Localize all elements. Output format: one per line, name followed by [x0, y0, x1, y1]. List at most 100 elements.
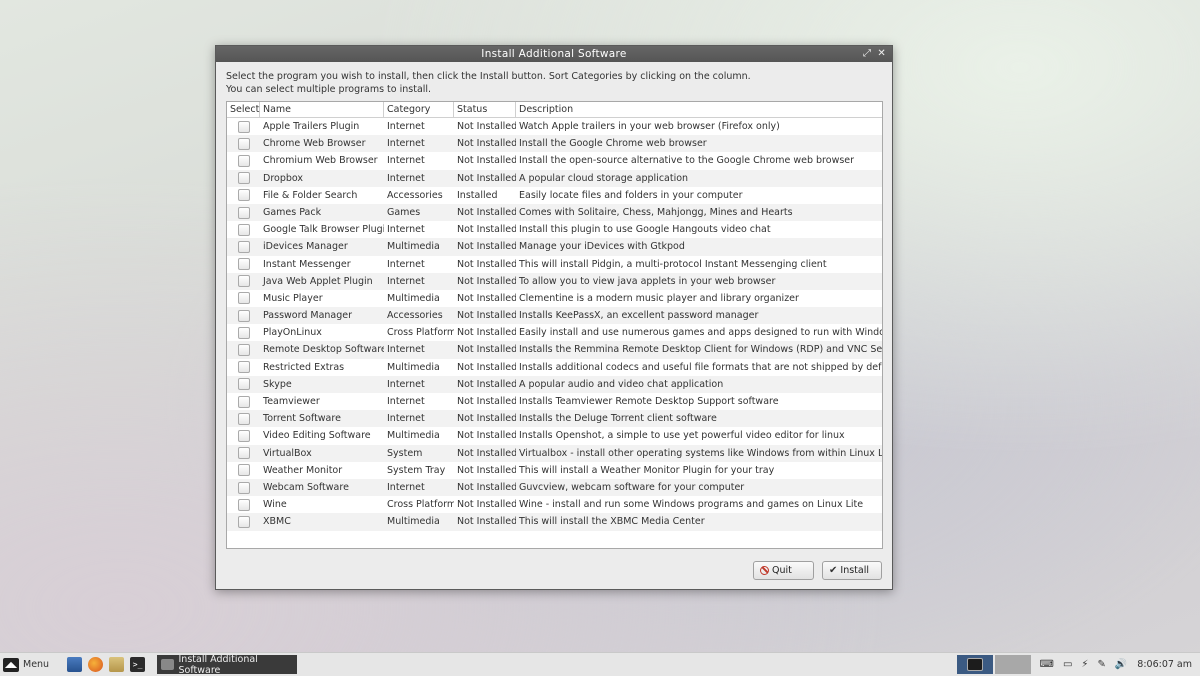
table-row[interactable]: Remote Desktop Software Internet Not Insta…: [227, 341, 882, 359]
workspace-1[interactable]: [956, 655, 993, 674]
select-checkbox[interactable]: [237, 309, 250, 322]
table-row[interactable]: Video Editing Software Multimedia Not Inst…: [227, 427, 882, 444]
terminal-launcher-icon[interactable]: >_: [130, 657, 146, 672]
table-body: Apple Trailers Plugin Internet Not Install…: [227, 118, 882, 531]
table-row[interactable]: Chromium Web Browser Internet Not Installe…: [227, 152, 882, 169]
column-header-name[interactable]: Name: [260, 102, 384, 117]
volume-icon[interactable]: 🔊: [1115, 659, 1127, 670]
table-row[interactable]: Webcam Software Internet Not Installed Guvc…: [227, 478, 882, 497]
battery-icon[interactable]: ▭: [1063, 659, 1072, 670]
select-checkbox[interactable]: [237, 429, 250, 442]
column-header-status[interactable]: Status: [454, 102, 516, 117]
description-cell: Installs the Remmina Remote Desktop Clie…: [519, 344, 882, 356]
select-checkbox[interactable]: [237, 447, 250, 460]
select-checkbox[interactable]: [237, 481, 250, 494]
instructions-line-2: You can select multiple programs to inst…: [226, 83, 432, 95]
category-cell: System: [387, 447, 423, 459]
select-checkbox[interactable]: [237, 292, 250, 305]
select-checkbox[interactable]: [237, 120, 250, 133]
table-row[interactable]: iDevices Manager Multimedia Not Installed M…: [227, 238, 882, 256]
table-row[interactable]: Instant Messenger Internet Not Installed Th…: [227, 256, 882, 273]
description-cell: Installs KeePassX, an excellent password…: [519, 310, 759, 322]
install-button[interactable]: ✔ Install: [822, 561, 882, 580]
category-cell: Internet: [387, 155, 425, 167]
power-plug-icon[interactable]: ✎: [1097, 659, 1105, 670]
select-checkbox[interactable]: [237, 361, 250, 374]
category-cell: System Tray: [387, 464, 446, 476]
description-cell: Install the open-source alternative to t…: [519, 155, 855, 167]
select-checkbox[interactable]: [237, 344, 250, 357]
table-row[interactable]: File & Folder Search Accessories Installed…: [227, 187, 882, 204]
select-checkbox[interactable]: [237, 378, 250, 391]
select-checkbox[interactable]: [237, 172, 250, 185]
table-row[interactable]: VirtualBox System Not Installed Virtualbox …: [227, 444, 882, 462]
table-row[interactable]: Skype Internet Not Installed A popular audi…: [227, 375, 882, 393]
category-cell: Internet: [387, 121, 425, 132]
window-titlebar[interactable]: Install Additional Software ⤢ ✕: [216, 46, 892, 62]
quit-button[interactable]: Quit: [753, 561, 814, 580]
table-row[interactable]: Music Player Multimedia Not Installed Cleme…: [227, 290, 882, 307]
status-cell: Installed: [457, 189, 498, 201]
column-header-category[interactable]: Category: [384, 102, 454, 117]
table-row[interactable]: Restricted Extras Multimedia Not Installed…: [227, 359, 882, 376]
table-row[interactable]: Dropbox Internet Not Installed A popular cl…: [227, 169, 882, 187]
keyboard-icon[interactable]: ⌨: [1040, 659, 1054, 670]
maximize-icon[interactable]: ⤢: [863, 46, 871, 62]
category-cell: Internet: [387, 413, 425, 425]
status-cell: Not Installed: [457, 396, 516, 407]
select-checkbox[interactable]: [237, 395, 250, 408]
status-cell: Not Installed: [457, 206, 516, 218]
table-row[interactable]: Weather Monitor System Tray Not Installed T…: [227, 462, 882, 479]
select-checkbox[interactable]: [237, 275, 250, 288]
select-checkbox[interactable]: [237, 189, 250, 202]
system-monitor-launcher-icon[interactable]: [67, 657, 83, 672]
select-checkbox[interactable]: [237, 464, 250, 477]
select-checkbox[interactable]: [237, 137, 250, 150]
table-row[interactable]: Teamviewer Internet Not Installed Installs …: [227, 393, 882, 410]
table-row[interactable]: Torrent Software Internet Not Installed Ins…: [227, 410, 882, 428]
table-row[interactable]: Java Web Applet Plugin Internet Not Instal…: [227, 272, 882, 290]
name-cell: iDevices Manager: [263, 241, 348, 253]
status-cell: Not Installed: [457, 327, 516, 339]
select-checkbox[interactable]: [237, 154, 250, 167]
select-checkbox[interactable]: [237, 223, 250, 236]
menu-button[interactable]: ◢◣ Menu: [3, 657, 49, 672]
taskbar: ◢◣ Menu >_ Install Additional Software ⌨…: [0, 652, 1200, 676]
select-checkbox[interactable]: [237, 412, 250, 425]
category-cell: Internet: [387, 172, 425, 184]
table-row[interactable]: Chrome Web Browser Internet Not Installed I…: [227, 135, 882, 153]
select-cell: [227, 410, 260, 427]
name-cell: Java Web Applet Plugin: [263, 275, 373, 287]
status-cell: Not Installed: [457, 464, 516, 476]
select-cell: [227, 324, 260, 341]
status-cell: Not Installed: [457, 138, 516, 150]
select-checkbox[interactable]: [237, 206, 250, 219]
column-header-select[interactable]: Select: [227, 102, 260, 117]
select-checkbox[interactable]: [237, 498, 250, 511]
select-checkbox[interactable]: [237, 258, 250, 271]
select-checkbox[interactable]: [237, 240, 250, 253]
table-row[interactable]: Password Manager Accessories Not Installed…: [227, 307, 882, 325]
file-manager-launcher-icon[interactable]: [109, 657, 125, 672]
category-cell: Accessories: [387, 310, 443, 322]
table-row[interactable]: Google Talk Browser Plugin Internet Not In…: [227, 221, 882, 238]
network-icon[interactable]: ⚡: [1081, 659, 1088, 670]
table-row[interactable]: Apple Trailers Plugin Internet Not Install…: [227, 118, 882, 135]
workspace-2[interactable]: [994, 655, 1031, 674]
table-row[interactable]: PlayOnLinux Cross Platform Not Installed Ea…: [227, 324, 882, 341]
select-checkbox[interactable]: [237, 515, 250, 528]
description-cell: This will install a Weather Monitor Plug…: [519, 464, 775, 476]
status-cell: Not Installed: [457, 172, 516, 184]
column-header-description[interactable]: Description: [516, 102, 882, 117]
table-row[interactable]: Games Pack Games Not Installed Comes with S…: [227, 203, 882, 222]
category-cell: Internet: [387, 275, 425, 287]
table-row[interactable]: XBMC Multimedia Not Installed This will ins…: [227, 513, 882, 531]
select-checkbox[interactable]: [237, 326, 250, 339]
select-cell: [227, 496, 260, 513]
taskbar-window-button[interactable]: Install Additional Software: [157, 654, 298, 676]
close-icon[interactable]: ✕: [877, 46, 886, 62]
status-cell: Not Installed: [457, 481, 516, 493]
table-row[interactable]: Wine Cross Platform Not Installed Wine - in…: [227, 496, 882, 513]
firefox-launcher-icon[interactable]: [88, 657, 104, 672]
name-cell: Google Talk Browser Plugin: [263, 224, 384, 236]
